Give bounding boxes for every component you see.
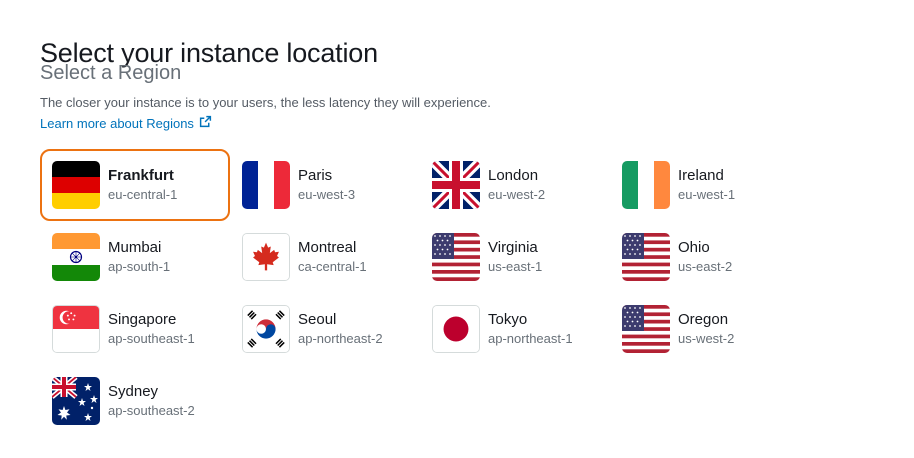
region-grid: Frankfurt eu-central-1 Paris eu-west-3 L… bbox=[40, 149, 800, 437]
region-city: Sydney bbox=[108, 383, 159, 400]
region-card-seoul[interactable]: Seoul ap-northeast-2 bbox=[230, 293, 420, 365]
region-card-sydney[interactable]: Sydney ap-southeast-2 bbox=[40, 365, 230, 437]
external-link-icon bbox=[199, 115, 212, 131]
region-code: ap-southeast-1 bbox=[108, 331, 195, 346]
region-code: us-east-2 bbox=[678, 259, 733, 274]
description-text: The closer your instance is to your user… bbox=[40, 95, 491, 110]
region-city: Montreal bbox=[298, 239, 357, 256]
region-code: eu-west-3 bbox=[298, 187, 356, 202]
region-code: eu-west-2 bbox=[488, 187, 546, 202]
region-card-ireland[interactable]: Ireland eu-west-1 bbox=[610, 149, 800, 221]
region-code: ap-southeast-2 bbox=[108, 403, 195, 418]
region-card-singapore[interactable]: Singapore ap-southeast-1 bbox=[40, 293, 230, 365]
region-card-ohio[interactable]: Ohio us-east-2 bbox=[610, 221, 800, 293]
section-subtitle: Select a Region bbox=[40, 62, 182, 84]
region-code: ap-northeast-2 bbox=[298, 331, 383, 346]
region-card-mumbai[interactable]: Mumbai ap-south-1 bbox=[40, 221, 230, 293]
uk-flag-icon bbox=[432, 161, 480, 209]
region-city: Seoul bbox=[298, 311, 337, 328]
region-code: ap-northeast-1 bbox=[488, 331, 573, 346]
india-flag-icon bbox=[52, 233, 100, 281]
france-flag-icon bbox=[242, 161, 290, 209]
us-flag-icon bbox=[622, 305, 670, 353]
region-city: Mumbai bbox=[108, 239, 162, 256]
region-city: Frankfurt bbox=[108, 167, 174, 184]
region-city: Virginia bbox=[488, 239, 538, 256]
australia-flag-icon bbox=[52, 377, 100, 425]
us-flag-icon bbox=[622, 233, 670, 281]
japan-flag-icon bbox=[432, 305, 480, 353]
region-card-frankfurt[interactable]: Frankfurt eu-central-1 bbox=[40, 149, 230, 221]
region-card-oregon[interactable]: Oregon us-west-2 bbox=[610, 293, 800, 365]
ireland-flag-icon bbox=[622, 161, 670, 209]
region-code: us-west-2 bbox=[678, 331, 735, 346]
region-code: ap-south-1 bbox=[108, 259, 171, 274]
region-code: us-east-1 bbox=[488, 259, 543, 274]
region-code: eu-west-1 bbox=[678, 187, 736, 202]
south-korea-flag-icon bbox=[242, 305, 290, 353]
region-card-tokyo[interactable]: Tokyo ap-northeast-1 bbox=[420, 293, 610, 365]
learn-more-link[interactable]: Learn more about Regions bbox=[40, 115, 212, 131]
region-card-paris[interactable]: Paris eu-west-3 bbox=[230, 149, 420, 221]
canada-flag-icon bbox=[242, 233, 290, 281]
learn-more-label: Learn more about Regions bbox=[40, 115, 194, 131]
region-city: Oregon bbox=[678, 311, 729, 328]
region-code: eu-central-1 bbox=[108, 187, 178, 202]
region-card-london[interactable]: London eu-west-2 bbox=[420, 149, 610, 221]
region-city: Singapore bbox=[108, 311, 177, 328]
germany-flag-icon bbox=[52, 161, 100, 209]
region-card-montreal[interactable]: Montreal ca-central-1 bbox=[230, 221, 420, 293]
region-code: ca-central-1 bbox=[298, 259, 367, 274]
region-city: Ireland bbox=[678, 167, 724, 184]
region-city: Ohio bbox=[678, 239, 710, 256]
region-city: London bbox=[488, 167, 539, 184]
us-flag-icon bbox=[432, 233, 480, 281]
singapore-flag-icon bbox=[52, 305, 100, 353]
region-city: Tokyo bbox=[488, 311, 528, 328]
region-card-virginia[interactable]: Virginia us-east-1 bbox=[420, 221, 610, 293]
region-city: Paris bbox=[298, 167, 333, 184]
